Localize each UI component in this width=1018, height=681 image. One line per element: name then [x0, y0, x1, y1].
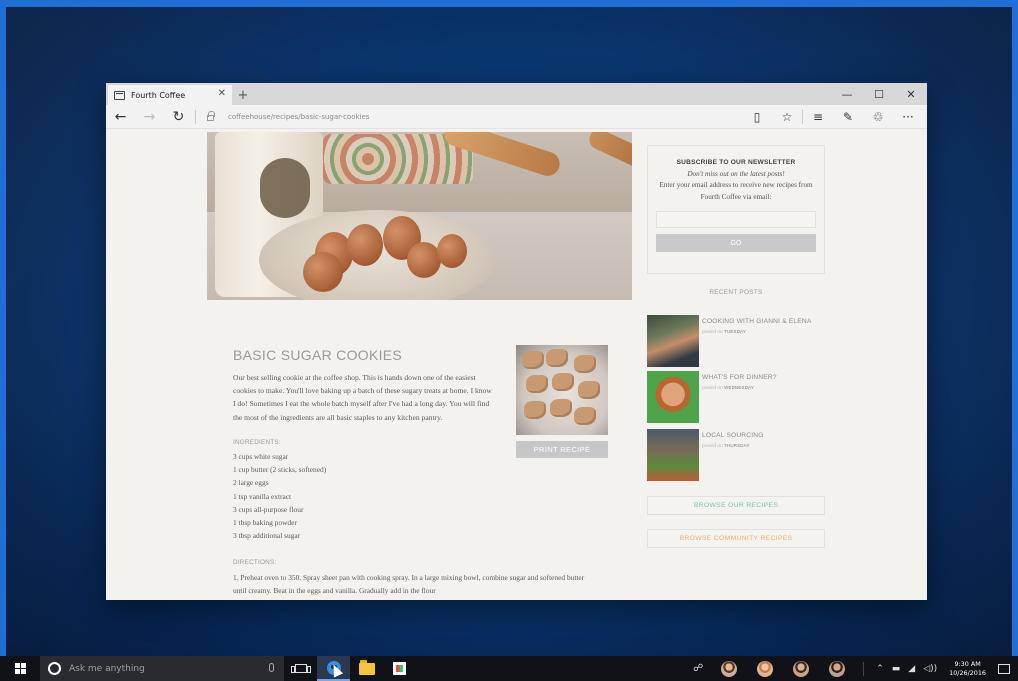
battery-icon[interactable]: ▬	[892, 664, 901, 674]
browser-window: Fourth Coffee ✕ + — ☐ ✕ ← → ↻ coffeehous…	[106, 83, 927, 600]
ingredient-item: 3 tbsp additional sugar	[233, 531, 301, 541]
task-view-icon	[290, 664, 311, 673]
new-tab-button[interactable]: +	[232, 85, 254, 105]
windows-logo-icon	[14, 663, 26, 674]
newsletter-description: Enter your email address to receive new …	[659, 181, 813, 201]
share-icon[interactable]: ♲	[863, 110, 893, 124]
lock-icon	[202, 111, 218, 121]
browse-recipes-button[interactable]: BROWSE OUR RECIPES	[647, 496, 825, 515]
start-button[interactable]	[0, 656, 40, 681]
tray-divider	[863, 661, 865, 676]
back-button[interactable]: ←	[106, 105, 135, 129]
desktop-accent-left	[0, 0, 6, 656]
window-controls: — ☐ ✕	[831, 83, 927, 105]
newsletter-tagline: Don't miss out on the latest posts!	[687, 170, 785, 178]
system-tray: ☍ ⌃ ▬ ◢ ◁)) 9:30 AM 10/26/2016	[693, 656, 1018, 681]
cortana-search-box[interactable]: Ask me anything	[40, 656, 284, 681]
post-meta: posted on THURSDAY	[702, 443, 750, 449]
address-bar[interactable]: coffeehouse/recipes/basic-sugar-cookies	[228, 113, 369, 121]
volume-icon[interactable]: ◁))	[923, 664, 937, 674]
post-meta: posted on WEDNESDAY	[702, 385, 754, 391]
contact-avatar[interactable]	[829, 660, 846, 677]
folder-icon	[358, 659, 375, 675]
refresh-button[interactable]: ↻	[164, 105, 193, 129]
clock[interactable]: 9:30 AM 10/26/2016	[949, 660, 986, 678]
hero-image	[207, 132, 632, 300]
browse-community-recipes-button[interactable]: BROWSE COMMUNITY RECIPES	[647, 529, 825, 548]
chevron-up-icon[interactable]: ⌃	[876, 664, 884, 674]
maximize-icon[interactable]: ☐	[863, 83, 895, 105]
close-window-icon[interactable]: ✕	[895, 83, 927, 105]
search-placeholder: Ask me anything	[69, 663, 145, 674]
browser-tab[interactable]: Fourth Coffee ✕	[108, 85, 232, 105]
cookies-photo	[516, 345, 608, 435]
cortana-icon	[48, 662, 61, 675]
contact-avatar[interactable]	[757, 660, 774, 677]
recipe-title: BASIC SUGAR COOKIES	[233, 347, 403, 363]
ingredient-item: 1 tsp vanilla extract	[233, 491, 292, 501]
task-view-button[interactable]	[284, 656, 317, 681]
file-explorer-button[interactable]	[350, 656, 383, 681]
ingredient-item: 1 tbsp baking powder	[233, 518, 297, 528]
wifi-icon[interactable]: ◢	[908, 664, 915, 674]
action-center-icon[interactable]	[998, 663, 1010, 674]
people-icon[interactable]: ☍	[693, 663, 703, 674]
title-bar: Fourth Coffee ✕ + — ☐ ✕	[106, 83, 927, 105]
microphone-icon[interactable]	[269, 663, 274, 672]
ingredients-label: INGREDIENTS:	[233, 439, 281, 446]
post-thumbnail[interactable]	[647, 315, 699, 367]
clock-time: 9:30 AM	[954, 659, 981, 668]
ingredients-list: 3 cups white sugar 1 cup butter (2 stick…	[233, 450, 326, 542]
recent-post-item[interactable]: LOCAL SOURCING posted on THURSDAY	[647, 429, 827, 481]
go-button[interactable]: GO	[656, 234, 816, 252]
recent-post-item[interactable]: WHAT'S FOR DINNER? posted on WEDNESDAY	[647, 371, 827, 423]
email-field[interactable]	[656, 211, 816, 228]
store-icon	[393, 662, 406, 675]
newsletter-box: SUBSCRIBE TO OUR NEWSLETTER Don't miss o…	[647, 145, 825, 274]
post-title[interactable]: COOKING WITH GIANNI & ELENA	[702, 318, 811, 325]
page-viewport: BASIC SUGAR COOKIES Our best selling coo…	[106, 129, 927, 600]
taskbar: Ask me anything ☍ ⌃ ▬ ◢ ◁)) 9:30 AM 10/2…	[0, 656, 1018, 681]
toolbar-actions: ▯ ☆ ≡ ✎ ♲ ···	[742, 105, 923, 129]
post-title[interactable]: LOCAL SOURCING	[702, 432, 764, 439]
navigation-bar: ← → ↻ coffeehouse/recipes/basic-sugar-co…	[106, 105, 927, 129]
tab-title: Fourth Coffee	[131, 90, 186, 100]
reading-view-icon[interactable]: ▯	[742, 110, 772, 124]
ingredient-item: 3 cups all-purpose flour	[233, 504, 304, 514]
minimize-icon[interactable]: —	[831, 83, 863, 105]
recent-post-item[interactable]: COOKING WITH GIANNI & ELENA posted on TU…	[647, 315, 827, 367]
post-thumbnail[interactable]	[647, 429, 699, 481]
recent-posts-heading: RECENT POSTS	[709, 289, 763, 296]
post-thumbnail[interactable]	[647, 371, 699, 423]
directions-text: 1. Preheat oven to 350. Spray sheet pan …	[233, 573, 585, 595]
ingredient-item: 2 large eggs	[233, 478, 269, 488]
address-divider	[195, 109, 196, 124]
clock-date: 10/26/2016	[949, 668, 986, 677]
desktop-accent-top	[0, 0, 1018, 7]
hub-icon[interactable]: ≡	[803, 110, 833, 124]
print-recipe-button[interactable]: PRINT RECIPE	[516, 441, 608, 458]
post-title[interactable]: WHAT'S FOR DINNER?	[702, 374, 777, 381]
directions-label: DIRECTIONS:	[233, 559, 277, 566]
ingredient-item: 1 cup butter (2 sticks, softened)	[233, 465, 327, 475]
recipe-intro: Our best selling cookie at the coffee sh…	[233, 373, 492, 422]
newsletter-heading: SUBSCRIBE TO OUR NEWSLETTER	[676, 159, 796, 166]
tab-page-icon	[114, 90, 125, 100]
store-button[interactable]	[383, 656, 416, 681]
favorite-star-icon[interactable]: ☆	[772, 110, 802, 124]
close-tab-icon[interactable]: ✕	[218, 88, 226, 99]
contact-avatar[interactable]	[721, 660, 738, 677]
web-note-icon[interactable]: ✎	[833, 110, 863, 124]
ingredient-item: 3 cups white sugar	[233, 452, 289, 461]
more-icon[interactable]: ···	[893, 110, 923, 124]
forward-button[interactable]: →	[135, 105, 164, 129]
desktop-accent-right	[1012, 0, 1018, 656]
contact-avatar[interactable]	[793, 660, 810, 677]
post-meta: posted on TUESDAY	[702, 329, 746, 335]
